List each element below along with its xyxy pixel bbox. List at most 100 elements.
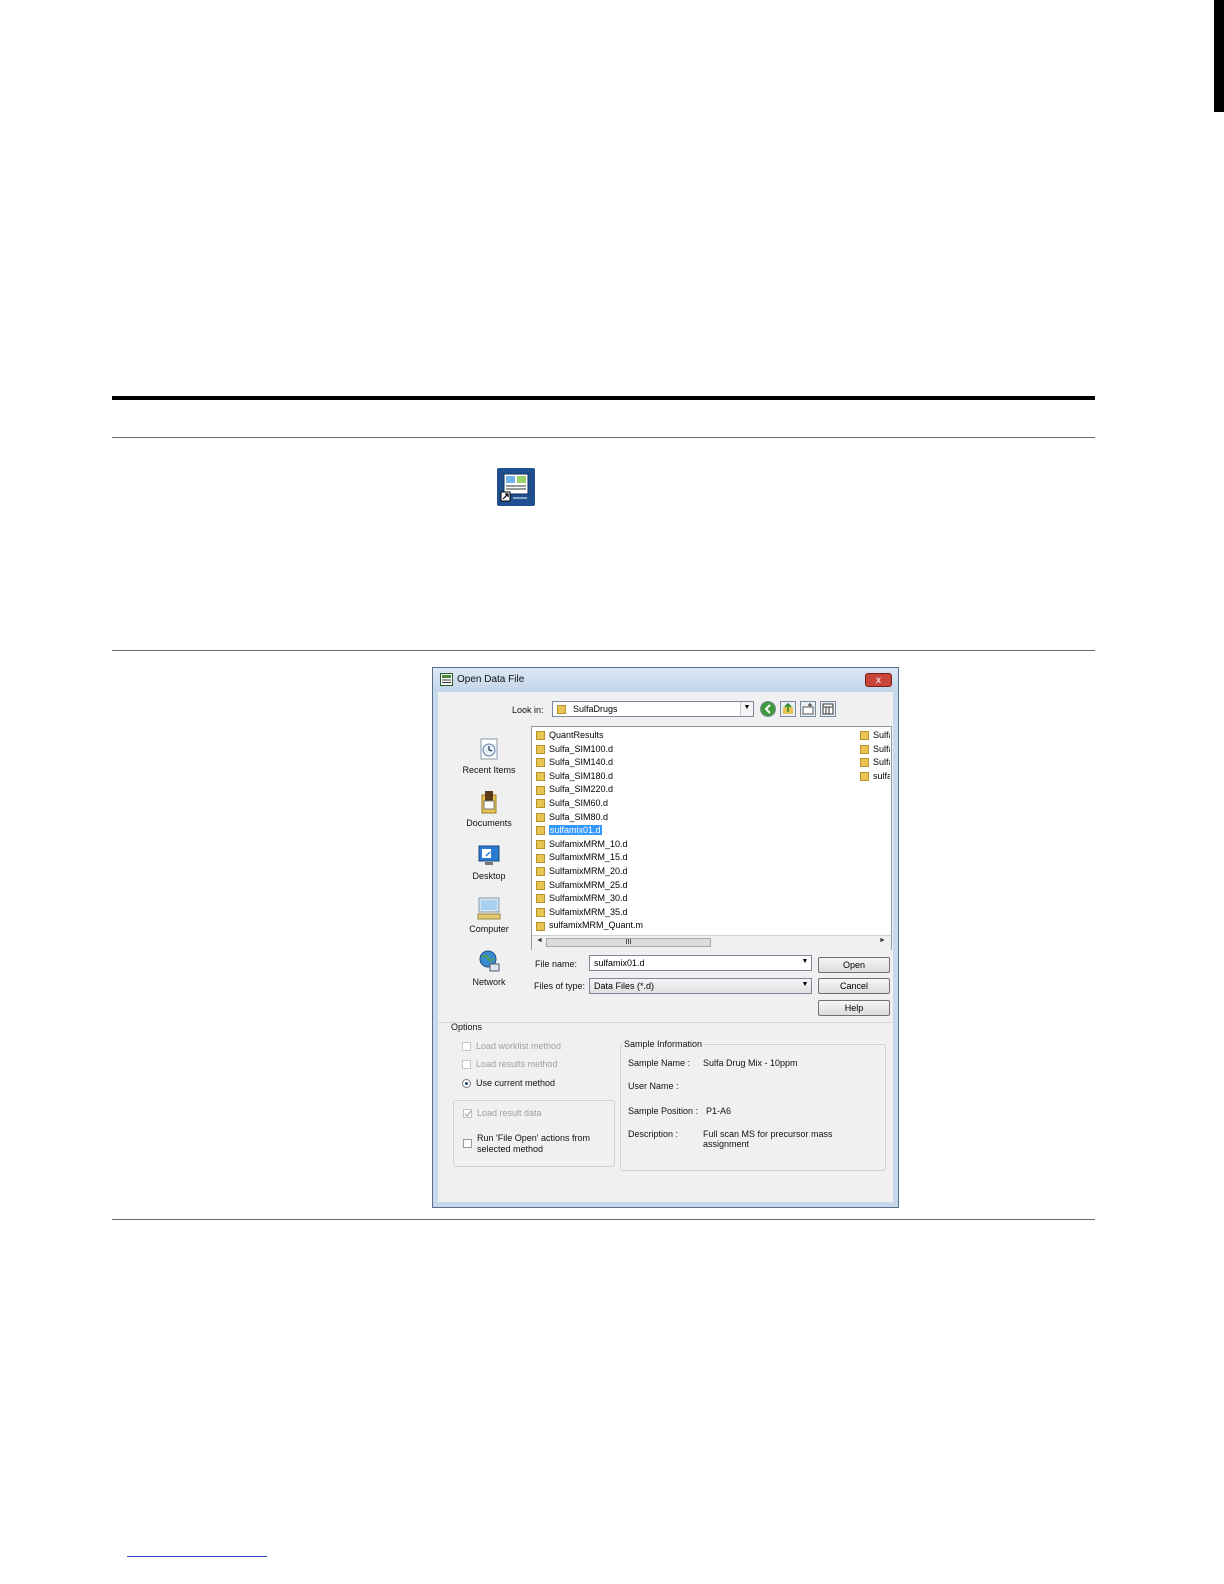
chevron-down-icon[interactable]: ▼	[799, 956, 811, 970]
description-value-line2: assignment	[703, 1139, 750, 1149]
cancel-button[interactable]: Cancel	[818, 978, 890, 994]
folder-icon	[860, 731, 869, 741]
scroll-right-icon[interactable]: ►	[879, 937, 886, 944]
desktop-icon	[478, 845, 500, 865]
load-results-method-checkbox[interactable]	[462, 1060, 471, 1069]
load-result-data-label: Load result data	[477, 1108, 542, 1118]
run-file-open-actions-label-line2: selected method	[477, 1144, 544, 1154]
file-list-item[interactable]: Sulfa_SIM100.d	[536, 744, 736, 758]
file-name-text: SulfamixMRM_35.d	[549, 906, 628, 917]
file-list-item[interactable]: SulfamixMRM_20.d	[536, 866, 736, 880]
file-list-item[interactable]: sulfa	[860, 771, 890, 785]
file-name-text: Sulfa_SIM80.d	[549, 811, 609, 822]
look-in-label: Look in:	[512, 705, 544, 715]
place-computer[interactable]: Computer	[454, 895, 524, 945]
horizontal-scrollbar[interactable]: ◄ III ►	[532, 935, 891, 950]
file-name-text: SulfamixMRM_20.d	[549, 866, 628, 876]
file-name-text: Sulfa_SIM140.d	[549, 757, 614, 768]
place-documents[interactable]: Documents	[454, 789, 524, 839]
load-results-method-label: Load results method	[476, 1059, 558, 1069]
file-name-text: Sulfa_SIM60.d	[549, 798, 609, 808]
sample-name-value: Sulfa Drug Mix - 10ppm	[703, 1058, 798, 1068]
load-worklist-method-label: Load worklist method	[476, 1041, 562, 1051]
files-of-type-value: Data Files (*.d)	[594, 981, 655, 991]
place-label: Computer	[469, 924, 509, 934]
open-data-file-dialog: Open Data File x Look in: SulfaDrugs ▼ R…	[432, 667, 899, 1208]
file-list-item[interactable]: Sulfa	[860, 730, 890, 744]
table-rule-top	[112, 437, 1095, 438]
folder-icon	[536, 785, 545, 795]
load-options-group: Load result data Run 'File Open' actions…	[453, 1100, 615, 1167]
open-button[interactable]: Open	[818, 957, 890, 973]
file-list-item[interactable]: Sulfa_SIM60.d	[536, 798, 736, 812]
file-name-input[interactable]: sulfamix01.d ▼	[589, 955, 812, 971]
sample-position-label: Sample Position :	[628, 1106, 699, 1116]
view-menu-icon	[822, 703, 834, 715]
folder-icon	[860, 771, 869, 781]
quant-analysis-shortcut-icon[interactable]	[497, 468, 535, 506]
use-current-method-radio[interactable]	[462, 1079, 471, 1088]
documents-icon	[481, 791, 497, 814]
chevron-down-icon[interactable]: ▼	[799, 979, 811, 993]
file-list-item[interactable]: sulfamix01.d	[536, 825, 736, 839]
file-list-item[interactable]: QuantResults	[536, 730, 736, 744]
file-list-item[interactable]: Sulfa_SIM180.d	[536, 771, 736, 785]
folder-icon	[536, 921, 545, 931]
file-list-item[interactable]: Sulfa_SIM80.d	[536, 812, 736, 826]
radio-selected-indicator	[465, 1082, 468, 1085]
folder-icon	[536, 826, 545, 836]
folder-icon	[536, 812, 545, 822]
up-folder-button[interactable]	[780, 701, 796, 717]
load-worklist-method-checkbox[interactable]	[462, 1042, 471, 1051]
file-name-text: QuantResults	[549, 730, 604, 740]
options-title: Options	[451, 1022, 483, 1032]
description-label: Description :	[628, 1129, 679, 1139]
file-list-item[interactable]: SulfamixMRM_15.d	[536, 852, 736, 866]
help-button[interactable]: Help	[818, 1000, 890, 1016]
file-name-text: Sulfa	[873, 730, 890, 740]
folder-icon	[536, 880, 545, 890]
new-folder-button[interactable]	[800, 701, 816, 717]
file-list-item[interactable]: sulfamixMRM_Quant.m	[536, 920, 736, 934]
file-list-item[interactable]: Sulfa_SIM220.d	[536, 784, 736, 798]
file-list-item[interactable]: SulfamixMRM_25.d	[536, 880, 736, 894]
file-name-text: SulfamixMRM_25.d	[549, 879, 628, 890]
scroll-left-icon[interactable]: ◄	[536, 937, 543, 944]
shortcut-glyph-icon	[500, 473, 529, 502]
sample-name-label: Sample Name :	[628, 1058, 691, 1068]
file-list-item[interactable]: SulfamixMRM_35.d	[536, 907, 736, 921]
place-recent-items[interactable]: Recent Items	[454, 736, 524, 786]
look-in-select[interactable]: SulfaDrugs ▼	[552, 701, 754, 717]
folder-icon	[536, 867, 545, 877]
close-button[interactable]: x	[865, 673, 892, 687]
up-folder-icon	[783, 702, 793, 714]
folder-icon	[557, 705, 566, 714]
load-result-data-checkbox[interactable]	[463, 1109, 472, 1118]
back-arrow-icon	[764, 704, 771, 714]
file-list-item[interactable]: Sulfa_SIM140.d	[536, 757, 736, 771]
folder-icon	[536, 799, 545, 809]
file-list-item[interactable]: Sulfa	[860, 744, 890, 758]
check-icon	[464, 1110, 472, 1117]
file-list-item[interactable]: SulfamixMRM_30.d	[536, 893, 736, 907]
file-name-text: Sulfa_SIM220.d	[549, 784, 614, 795]
place-network[interactable]: Network	[454, 948, 524, 998]
section-rule-thick	[112, 396, 1095, 400]
view-menu-button[interactable]	[820, 701, 836, 717]
file-name-text: SulfamixMRM_10.d	[549, 838, 628, 849]
run-file-open-actions-checkbox[interactable]	[463, 1139, 472, 1148]
dialog-app-icon	[440, 673, 453, 686]
back-button[interactable]	[760, 701, 776, 717]
file-name-text: SulfamixMRM_30.d	[549, 893, 628, 904]
place-desktop[interactable]: Desktop	[454, 842, 524, 892]
place-label: Recent Items	[462, 765, 516, 775]
file-list[interactable]: QuantResults Sulfa_SIM100.d Sulfa_SIM140.d…	[531, 726, 892, 950]
file-list-item[interactable]: Sulfa	[860, 757, 890, 771]
files-of-type-select[interactable]: Data Files (*.d) ▼	[589, 978, 812, 994]
chevron-down-icon[interactable]: ▼	[740, 702, 753, 716]
folder-icon	[536, 853, 545, 863]
dialog-title-bar[interactable]: Open Data File x	[433, 668, 898, 692]
scroll-thumb[interactable]: III	[546, 938, 711, 947]
file-list-item[interactable]: SulfamixMRM_10.d	[536, 839, 736, 853]
folder-icon	[536, 744, 545, 754]
